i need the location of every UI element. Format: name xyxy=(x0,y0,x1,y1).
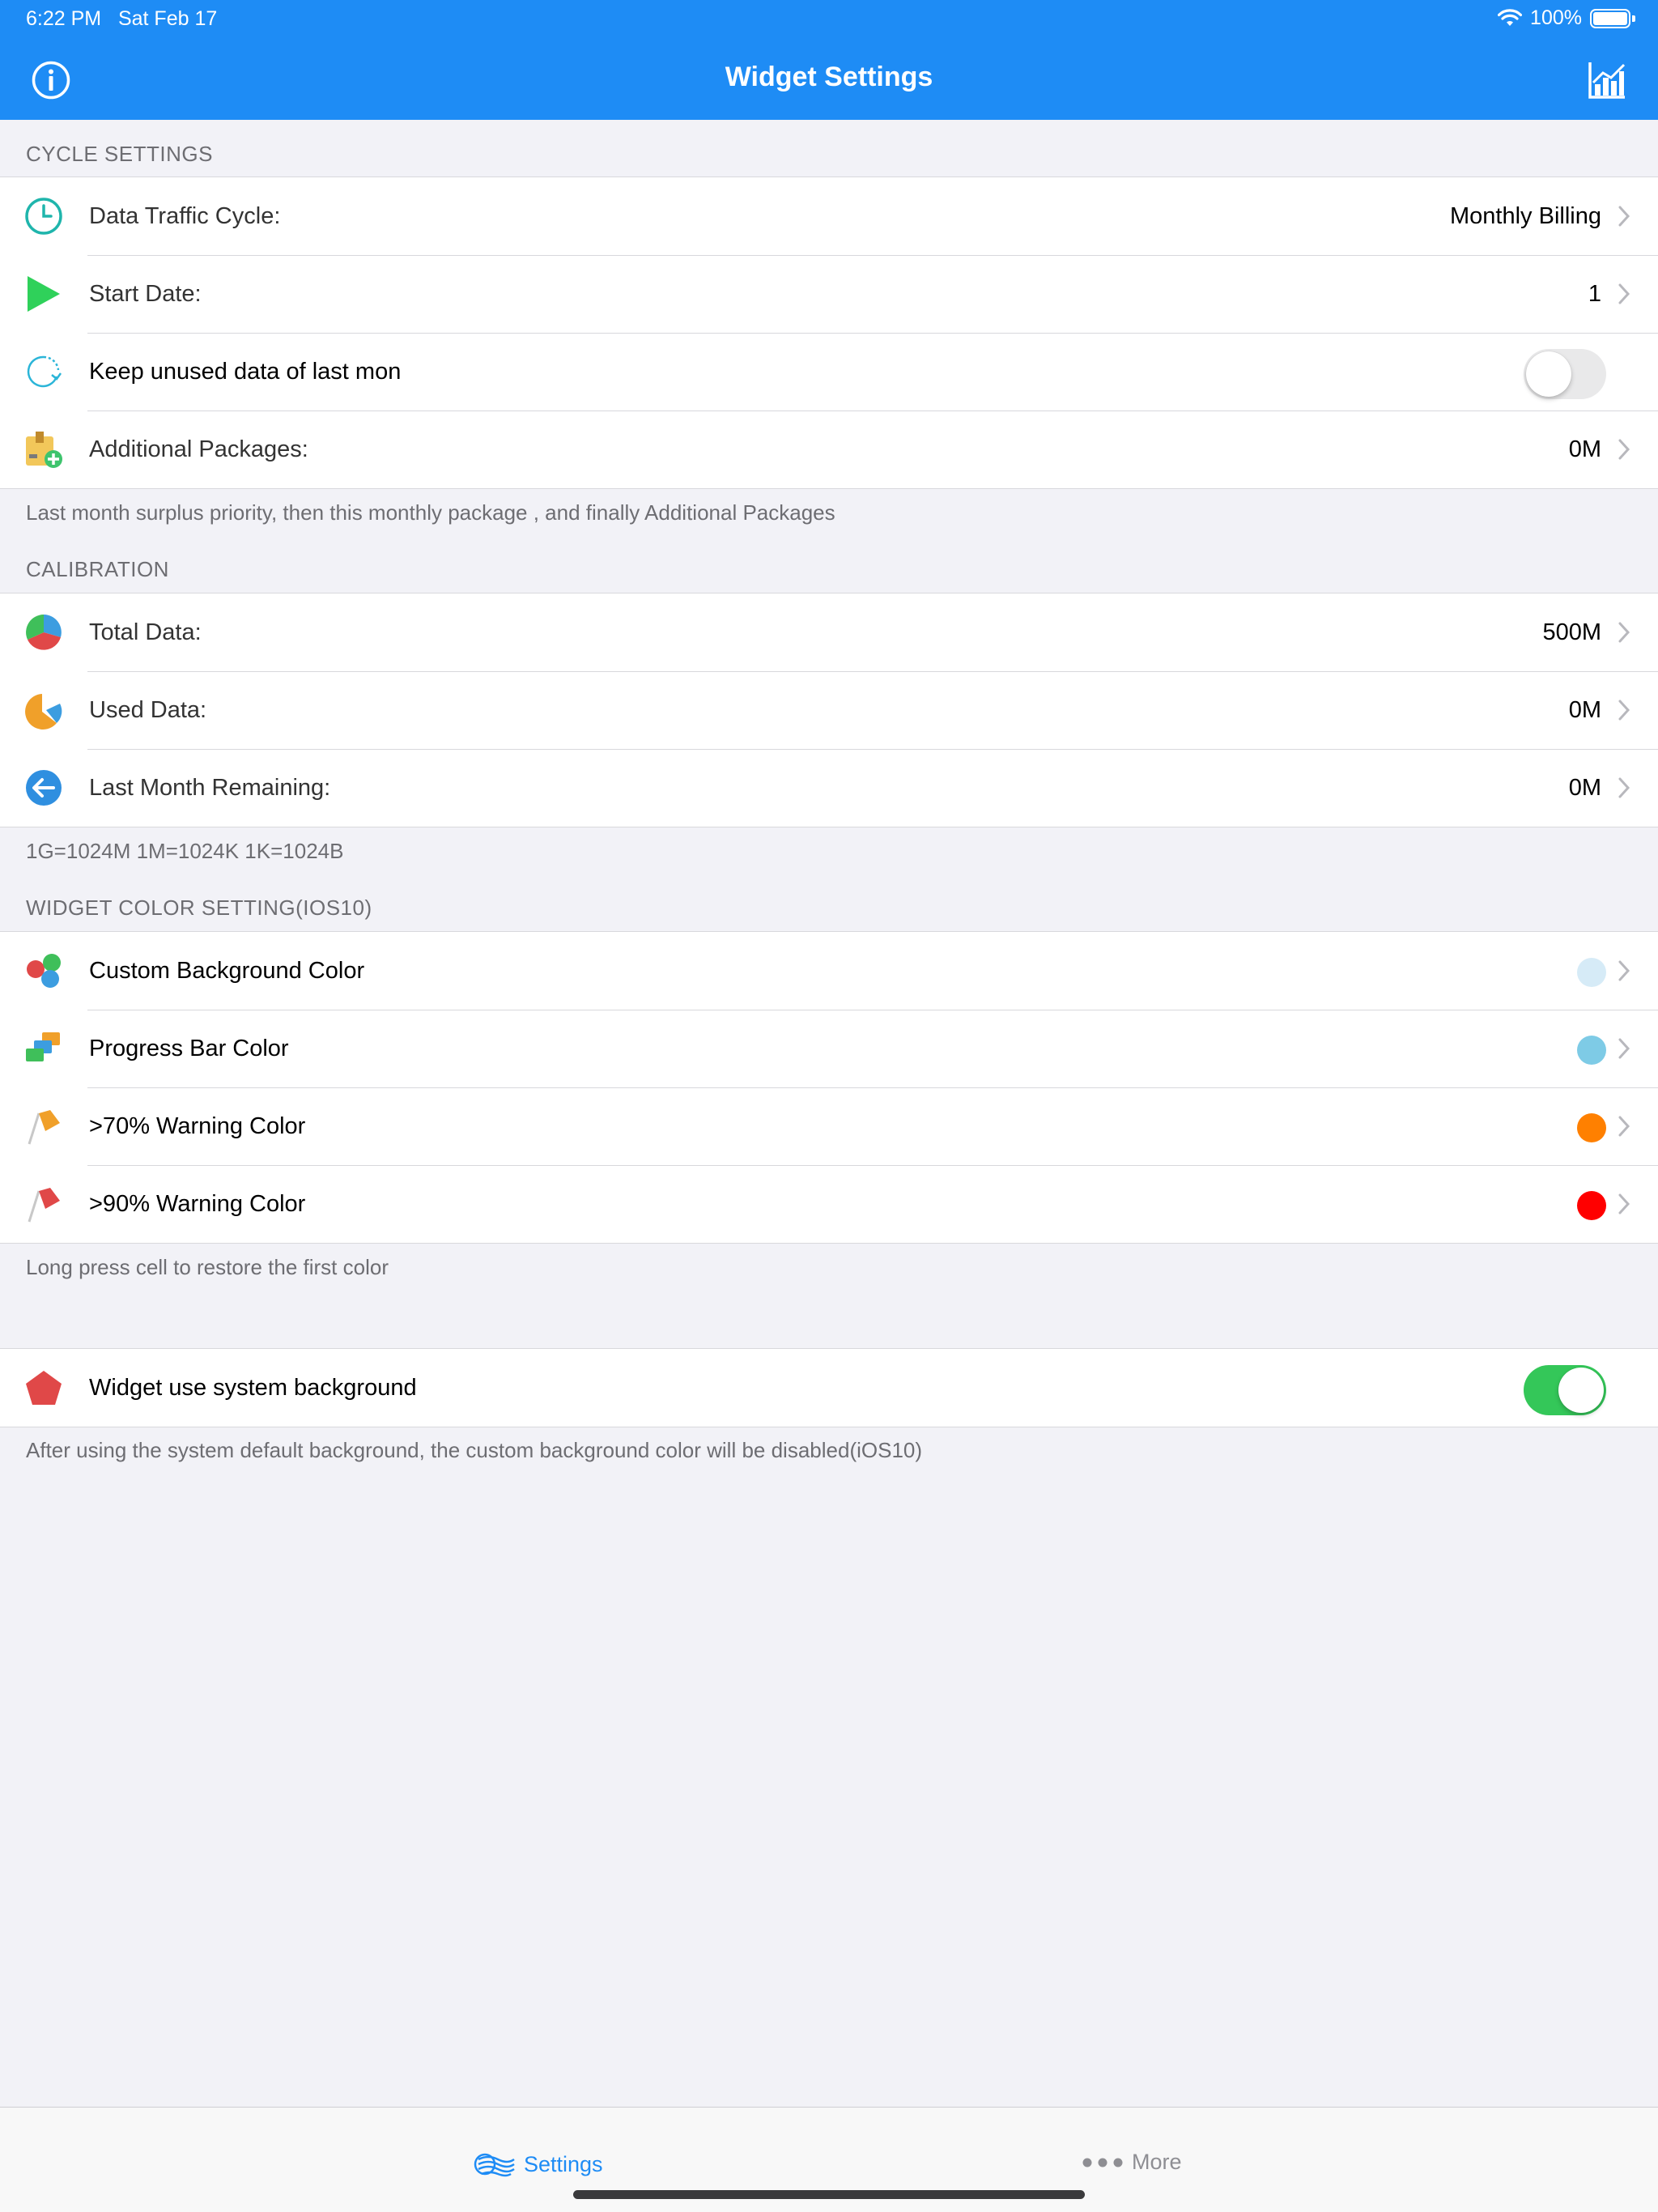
tab-more[interactable]: More xyxy=(1082,2150,1182,2175)
warning-90-color-swatch xyxy=(1577,1191,1606,1220)
navigation-bar: 6:22 PM Sat Feb 17 100% Widget Settings xyxy=(0,0,1658,120)
section-header-cycle: CYCLE SETTINGS xyxy=(26,142,213,166)
page-title: Widget Settings xyxy=(725,62,933,92)
progress-bar-color-label: Progress Bar Color xyxy=(89,1035,289,1061)
pie-slice-icon xyxy=(24,691,63,730)
settings-waves-icon xyxy=(474,2153,515,2177)
start-date-value: 1 xyxy=(1588,280,1601,307)
progress-bar-color-swatch xyxy=(1577,1036,1606,1065)
data-traffic-cycle-label: Data Traffic Cycle: xyxy=(89,202,281,229)
progress-bar-color-row[interactable]: Progress Bar Color xyxy=(0,1010,1658,1087)
more-dots-icon xyxy=(1082,2158,1123,2167)
additional-packages-value: 0M xyxy=(1568,436,1601,462)
section-footer-color: Long press cell to restore the first col… xyxy=(26,1255,389,1279)
keep-unused-data-row: Keep unused data of last mon xyxy=(0,333,1658,410)
statistics-button[interactable] xyxy=(1587,60,1627,100)
data-traffic-cycle-value: Monthly Billing xyxy=(1450,202,1601,229)
keep-unused-data-label: Keep unused data of last mon xyxy=(89,358,402,385)
chevron-right-icon xyxy=(1618,439,1630,460)
start-date-label: Start Date: xyxy=(89,280,202,307)
calibration-group: Total Data: 500M Used Data: 0M Last Mont… xyxy=(0,593,1658,827)
system-background-group: Widget use system background xyxy=(0,1348,1658,1427)
wifi-icon xyxy=(1498,8,1523,26)
home-indicator xyxy=(573,2190,1085,2199)
used-data-label: Used Data: xyxy=(89,696,207,723)
data-traffic-cycle-row[interactable]: Data Traffic Cycle: Monthly Billing xyxy=(0,177,1658,255)
total-data-value: 500M xyxy=(1542,619,1601,645)
system-background-row: Widget use system background xyxy=(0,1349,1658,1427)
start-date-row[interactable]: Start Date: 1 xyxy=(0,255,1658,333)
warning-90-color-row[interactable]: >90% Warning Color xyxy=(0,1165,1658,1243)
warning-70-color-row[interactable]: >70% Warning Color xyxy=(0,1087,1658,1165)
back-arrow-icon xyxy=(24,768,63,807)
clock-icon xyxy=(24,197,63,236)
section-footer-calibration: 1G=1024M 1M=1024K 1K=1024B xyxy=(26,839,344,863)
section-footer-cycle: Last month surplus priority, then this m… xyxy=(26,500,835,525)
total-data-label: Total Data: xyxy=(89,619,202,645)
used-data-value: 0M xyxy=(1568,696,1601,723)
refresh-icon xyxy=(24,352,63,391)
chevron-right-icon xyxy=(1618,1038,1630,1059)
keep-unused-data-toggle[interactable] xyxy=(1524,349,1606,399)
play-icon xyxy=(24,274,63,313)
cycle-settings-group: Data Traffic Cycle: Monthly Billing Star… xyxy=(0,177,1658,489)
custom-background-color-swatch xyxy=(1577,958,1606,987)
red-flag-icon xyxy=(24,1185,63,1223)
warning-90-color-label: >90% Warning Color xyxy=(89,1190,306,1217)
system-background-toggle[interactable] xyxy=(1524,1365,1606,1415)
tab-settings-label: Settings xyxy=(524,2151,603,2176)
chart-icon xyxy=(1588,62,1626,99)
additional-packages-label: Additional Packages: xyxy=(89,436,308,462)
chevron-right-icon xyxy=(1618,283,1630,304)
chevron-right-icon xyxy=(1618,960,1630,981)
section-footer-system: After using the system default backgroun… xyxy=(26,1438,923,1462)
system-background-label: Widget use system background xyxy=(89,1374,417,1401)
chevron-right-icon xyxy=(1618,1116,1630,1137)
color-settings-group: Custom Background Color Progress Bar Col… xyxy=(0,931,1658,1244)
chevron-right-icon xyxy=(1618,1193,1630,1214)
chevron-right-icon xyxy=(1618,777,1630,798)
pie-chart-icon xyxy=(24,613,63,652)
last-month-remaining-row[interactable]: Last Month Remaining: 0M xyxy=(0,749,1658,827)
status-bar-right: 100% xyxy=(1498,6,1635,30)
warning-70-color-label: >70% Warning Color xyxy=(89,1112,306,1139)
last-month-remaining-value: 0M xyxy=(1568,774,1601,801)
custom-background-color-row[interactable]: Custom Background Color xyxy=(0,932,1658,1010)
color-circles-icon xyxy=(24,951,63,990)
chevron-right-icon xyxy=(1618,622,1630,643)
tab-more-label: More xyxy=(1132,2150,1182,2174)
used-data-row[interactable]: Used Data: 0M xyxy=(0,671,1658,749)
package-add-icon xyxy=(24,430,63,469)
chevron-right-icon xyxy=(1618,206,1630,227)
last-month-remaining-label: Last Month Remaining: xyxy=(89,774,331,801)
battery-icon xyxy=(1590,8,1635,28)
total-data-row[interactable]: Total Data: 500M xyxy=(0,593,1658,671)
chevron-right-icon xyxy=(1618,700,1630,721)
warning-70-color-swatch xyxy=(1577,1113,1606,1142)
custom-background-color-label: Custom Background Color xyxy=(89,957,365,984)
color-blocks-icon xyxy=(24,1029,63,1068)
additional-packages-row[interactable]: Additional Packages: 0M xyxy=(0,410,1658,488)
section-header-calibration: CALIBRATION xyxy=(26,557,169,581)
pentagon-icon xyxy=(24,1368,63,1407)
battery-percent: 100% xyxy=(1530,6,1582,29)
status-bar-time: 6:22 PM Sat Feb 17 xyxy=(26,7,218,30)
tab-settings[interactable]: Settings xyxy=(474,2150,603,2179)
section-header-color: WIDGET COLOR SETTING(IOS10) xyxy=(26,895,372,920)
orange-flag-icon xyxy=(24,1107,63,1146)
